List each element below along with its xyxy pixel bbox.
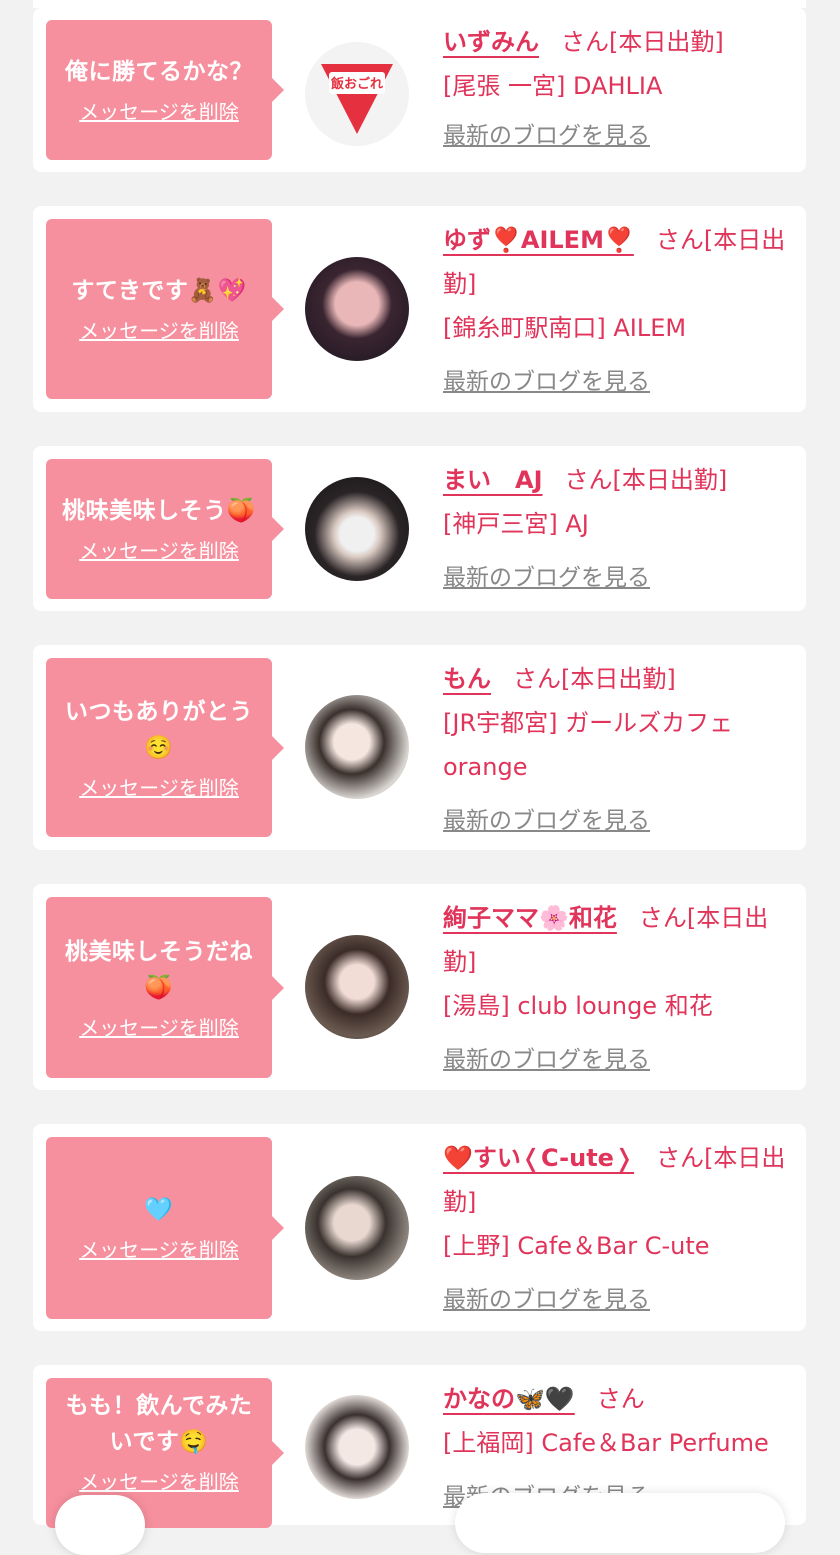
blog-link[interactable]: 最新のブログを見る xyxy=(443,1278,792,1322)
shop-text: [上野] Cafe＆Bar C-ute xyxy=(443,1232,710,1260)
delete-message-link[interactable]: メッセージを削除 xyxy=(79,1468,239,1496)
logo-text: 飯おごれ xyxy=(330,76,383,92)
delete-message-link[interactable]: メッセージを削除 xyxy=(79,1014,239,1042)
cast-info: まい AJ さん[本日出勤] [神戸三宮] AJ 最新のブログを見る xyxy=(443,458,792,600)
shop-text: [錦糸町駅南口] AILEM xyxy=(443,314,687,342)
cast-name-link[interactable]: ❤️すい❬C-ute❭ xyxy=(443,1144,634,1172)
delete-message-link[interactable]: メッセージを削除 xyxy=(79,1236,239,1264)
shop-text: [湯島] club lounge 和花 xyxy=(443,992,713,1020)
message-card: 俺に勝てるかな？ メッセージを削除 飯おごれ いずみん さん[本日出勤] [尾張 … xyxy=(33,8,806,172)
cast-name-link[interactable]: ゆず❣️AILEM❣️ xyxy=(443,226,634,254)
san-suffix: さん xyxy=(596,1385,645,1413)
san-suffix: さん xyxy=(513,665,561,693)
cast-name-link[interactable]: かなの🦋🖤 xyxy=(443,1385,575,1413)
cast-name-link[interactable]: もん xyxy=(443,665,491,693)
delete-message-link[interactable]: メッセージを削除 xyxy=(79,774,239,802)
shop-text: [上福岡] Cafe＆Bar Perfume xyxy=(443,1429,769,1457)
rice-logo-icon: 飯おごれ xyxy=(305,42,409,146)
avatar[interactable] xyxy=(305,1176,409,1280)
message-bubble: いつもありがとう☺️ メッセージを削除 xyxy=(46,658,284,837)
shop-text: [神戸三宮] AJ xyxy=(443,510,589,538)
cast-name-link[interactable]: まい AJ xyxy=(443,466,543,494)
avatar[interactable] xyxy=(305,935,409,1039)
status-text: [本日出勤] xyxy=(561,665,676,693)
blog-link[interactable]: 最新のブログを見る xyxy=(443,799,792,843)
message-text: 桃味美味しそう🍑 xyxy=(62,498,256,524)
delete-message-link[interactable]: メッセージを削除 xyxy=(79,537,239,565)
status-text: [本日出勤] xyxy=(612,466,728,494)
message-bubble: すてきです🧸💖 メッセージを削除 xyxy=(46,219,284,399)
message-card: いつもありがとう☺️ メッセージを削除 もん さん[本日出勤] [JR宇都宮] ガ… xyxy=(33,645,806,850)
message-bubble: 桃美味しそうだね🍑 メッセージを削除 xyxy=(46,897,284,1078)
shop-text: [JR宇都宮] ガールズカフェorange xyxy=(443,709,734,781)
san-suffix: さん xyxy=(561,28,609,56)
cast-info: いずみん さん[本日出勤] [尾張 一宮] DAHLIA 最新のブログを見る xyxy=(443,20,792,158)
previous-card-edge xyxy=(33,0,806,8)
message-text: 🩵 xyxy=(144,1197,174,1223)
avatar[interactable] xyxy=(305,1395,409,1499)
blog-link[interactable]: 最新のブログを見る xyxy=(443,556,792,600)
message-text: すてきです🧸💖 xyxy=(71,278,247,304)
cast-name-link[interactable]: いずみん xyxy=(443,28,539,56)
san-suffix: さん xyxy=(656,1144,705,1172)
message-bubble: 俺に勝てるかな？ メッセージを削除 xyxy=(46,20,284,160)
blog-link[interactable]: 最新のブログを見る xyxy=(443,360,792,404)
delete-message-link[interactable]: メッセージを削除 xyxy=(79,98,239,126)
san-suffix: さん xyxy=(638,904,687,932)
status-text: [本日出勤] xyxy=(609,28,724,56)
floating-bar-right[interactable] xyxy=(455,1493,785,1553)
message-card: 桃味美味しそう🍑 メッセージを削除 まい AJ さん[本日出勤] [神戸三宮] A… xyxy=(33,446,806,611)
message-text: いつもありがとう☺️ xyxy=(65,698,253,761)
san-suffix: さん xyxy=(655,226,704,254)
cast-info: 絢子ママ🌸和花 さん[本日出勤] [湯島] club lounge 和花 最新のブ… xyxy=(443,896,792,1082)
message-card: すてきです🧸💖 メッセージを削除 ゆず❣️AILEM❣️ さん[本日出勤] [錦糸… xyxy=(33,206,806,412)
avatar[interactable]: 飯おごれ xyxy=(305,42,409,146)
message-text: もも！飲んでみたいです🤤 xyxy=(65,1393,253,1455)
avatar[interactable] xyxy=(305,257,409,361)
cast-name-link[interactable]: 絢子ママ🌸和花 xyxy=(443,904,617,932)
message-text: 桃美味しそうだね🍑 xyxy=(65,938,253,1001)
cast-info: ❤️すい❬C-ute❭ さん[本日出勤] [上野] Cafe＆Bar C-ute … xyxy=(443,1136,792,1322)
avatar[interactable] xyxy=(305,695,409,799)
message-text: 俺に勝てるかな？ xyxy=(65,59,253,85)
delete-message-link[interactable]: メッセージを削除 xyxy=(79,317,239,345)
floating-button-left[interactable] xyxy=(55,1495,145,1555)
shop-text: [尾張 一宮] DAHLIA xyxy=(443,72,663,100)
blog-link[interactable]: 最新のブログを見る xyxy=(443,114,792,158)
cast-info: ゆず❣️AILEM❣️ さん[本日出勤] [錦糸町駅南口] AILEM 最新のブロ… xyxy=(443,218,792,404)
message-bubble: 桃味美味しそう🍑 メッセージを削除 xyxy=(46,459,284,599)
san-suffix: さん xyxy=(564,466,613,494)
avatar[interactable] xyxy=(305,477,409,581)
message-card: 🩵 メッセージを削除 ❤️すい❬C-ute❭ さん[本日出勤] [上野] Cafe… xyxy=(33,1124,806,1331)
cast-info: もん さん[本日出勤] [JR宇都宮] ガールズカフェorange 最新のブログを… xyxy=(443,657,792,843)
message-card: 桃美味しそうだね🍑 メッセージを削除 絢子ママ🌸和花 さん[本日出勤] [湯島] … xyxy=(33,884,806,1090)
message-bubble: 🩵 メッセージを削除 xyxy=(46,1137,284,1319)
blog-link[interactable]: 最新のブログを見る xyxy=(443,1038,792,1082)
